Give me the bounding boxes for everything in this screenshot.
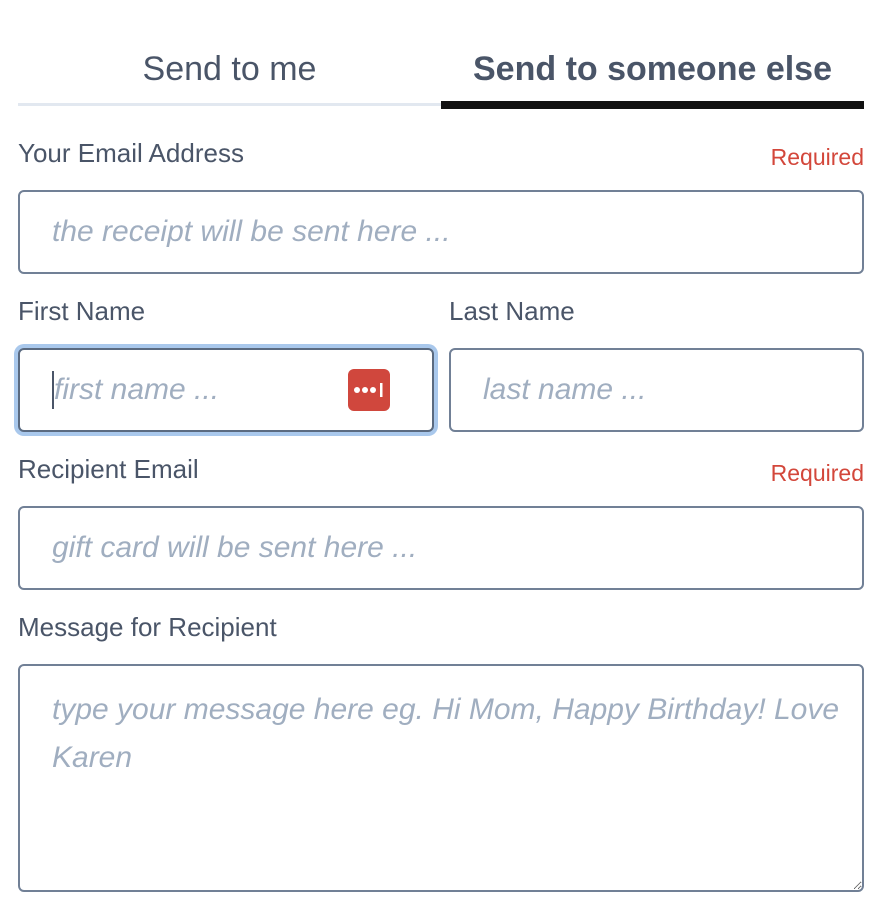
your-email-label: Your Email Address: [18, 138, 244, 168]
message-label: Message for Recipient: [18, 612, 277, 642]
password-manager-icon[interactable]: [348, 369, 390, 411]
tab-send-to-someone-else[interactable]: Send to someone else: [441, 40, 864, 109]
last-name-input[interactable]: [449, 348, 864, 432]
last-name-label: Last Name: [449, 296, 575, 326]
your-email-input[interactable]: [18, 190, 864, 274]
recipient-tabs: Send to me Send to someone else: [18, 40, 864, 109]
message-textarea[interactable]: [18, 664, 864, 892]
dots-cursor-icon: [354, 383, 383, 397]
first-name-label: First Name: [18, 296, 146, 326]
recipient-email-label: Recipient Email: [18, 454, 199, 484]
your-email-required-badge: Required: [770, 144, 864, 170]
tab-send-to-me[interactable]: Send to me: [18, 40, 441, 103]
recipient-email-input[interactable]: [18, 506, 864, 590]
recipient-email-required-badge: Required: [770, 460, 864, 486]
text-caret: [52, 371, 54, 409]
